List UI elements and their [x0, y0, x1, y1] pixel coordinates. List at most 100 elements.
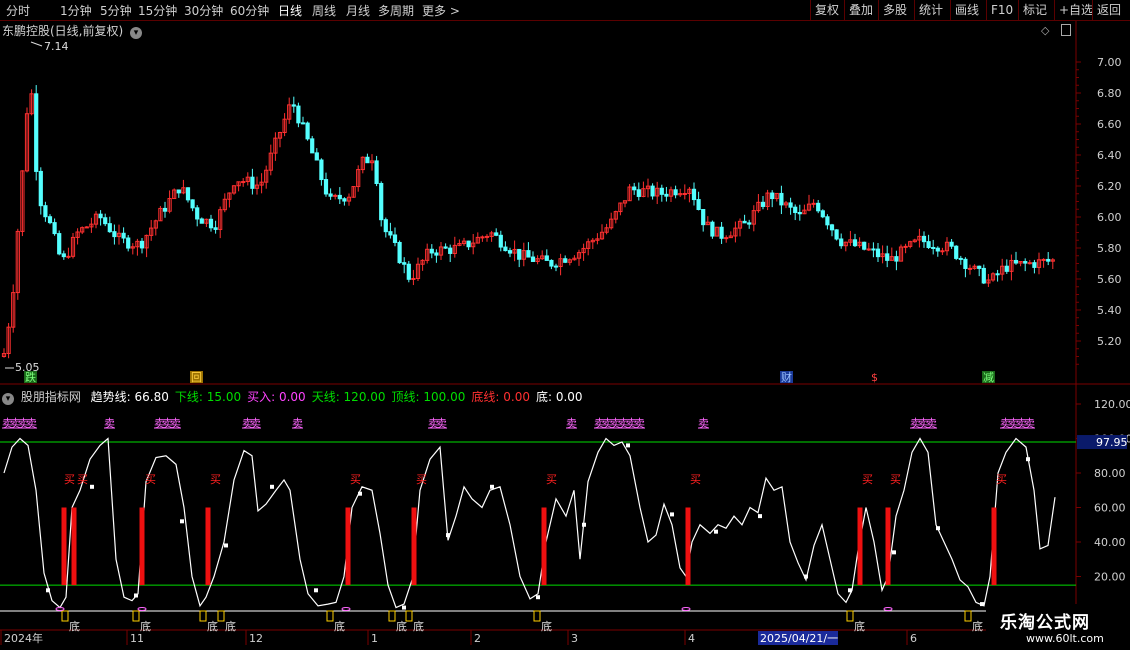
candle-body [346, 196, 352, 202]
statistics-button[interactable]: 统计 [914, 0, 947, 20]
low-price-label: 5.05 [15, 361, 40, 374]
period-tab-5min[interactable]: 5分钟 [100, 2, 132, 19]
price-tick-label: 6.00 [1097, 211, 1122, 224]
candle-body [576, 252, 582, 259]
stock-title[interactable]: 东鹏控股(日线,前复权) [2, 24, 123, 38]
candle-body [107, 223, 112, 233]
candle-body [411, 277, 416, 280]
trend-point-marker [536, 595, 540, 600]
candle-body [392, 234, 398, 243]
buy-signal-dot [883, 607, 893, 611]
scroll-handle[interactable] [1061, 24, 1071, 36]
candle-body [664, 193, 669, 197]
bottom-label: 底 [413, 619, 424, 633]
period-tab-30min[interactable]: 30分钟 [184, 2, 223, 19]
buy-signal-dot [137, 607, 147, 611]
restore-rights-button[interactable]: 复权 [810, 0, 843, 20]
f10-button[interactable]: F10 [986, 0, 1017, 20]
sell-label: 卖 [10, 417, 21, 430]
candle-body [544, 255, 549, 261]
candle-body [98, 213, 103, 219]
indicator-tick-label: 120.00 [1094, 398, 1130, 411]
period-tab-realtime[interactable]: 分时 [6, 2, 30, 19]
candle-body [231, 185, 237, 194]
diamond-icon[interactable]: ◇ [1041, 24, 1049, 37]
candle-body [802, 209, 807, 215]
candle-body [627, 186, 632, 202]
candle-body [126, 237, 131, 249]
multi-stock-button[interactable]: 多股 [878, 0, 911, 20]
period-tab-multi[interactable]: 多周期 [378, 2, 414, 19]
candle-body [862, 241, 867, 250]
mark-button[interactable]: 标记 [1018, 0, 1051, 20]
candle-body [333, 194, 338, 197]
time-label: 12 [249, 632, 263, 645]
buy-signal-bar [541, 507, 547, 586]
candle-body [494, 232, 499, 236]
bottom-label: 底 [396, 619, 407, 633]
candle-body [296, 105, 301, 124]
candle-body [857, 241, 862, 247]
candle-body [825, 216, 830, 226]
period-tab-weekly[interactable]: 周线 [312, 2, 336, 19]
bottom-marker-box [199, 610, 207, 622]
candle-body [816, 202, 821, 212]
draw-line-button[interactable]: 画线 [950, 0, 983, 20]
period-tab-more[interactable]: 更多 > [422, 2, 460, 19]
candle-body [480, 236, 485, 239]
candle-body [503, 246, 508, 252]
overlay-button[interactable]: 叠加 [844, 0, 877, 20]
candle-body [162, 207, 168, 212]
back-button[interactable]: 返回 [1092, 0, 1125, 20]
main-chart-header: 东鹏控股(日线,前复权) ▾ [2, 22, 143, 39]
candle-body [779, 192, 784, 206]
candle-body [351, 186, 356, 198]
high-marker-line [30, 41, 43, 47]
trend-point-marker [358, 491, 362, 496]
trend-point-marker [670, 512, 674, 517]
candle-body [908, 241, 913, 247]
candle-body [765, 192, 770, 207]
period-tab-1min[interactable]: 1分钟 [60, 2, 92, 19]
trend-point-marker [582, 522, 586, 527]
candle-body [526, 250, 531, 258]
indicator-name[interactable]: 股朋指标网 [21, 390, 81, 404]
add-watchlist-button[interactable]: +自选 [1054, 0, 1097, 20]
time-label: 1 [371, 632, 378, 645]
bottom-label: 底 [334, 619, 345, 633]
sell-label: 卖 [1000, 417, 1011, 430]
candle-body [701, 209, 706, 226]
candle-body [277, 131, 283, 139]
candle-body [1018, 261, 1023, 264]
buy-signal-dot [55, 607, 65, 611]
indicator-header: ▾ 股朋指标网 趋势线: 66.80 下线: 15.00 买入: 0.00 天线: 1… [2, 388, 583, 405]
candle-body [535, 258, 540, 262]
buy-label: 买 [996, 473, 1007, 486]
buy-signal-bar [205, 507, 211, 586]
candle-body [567, 259, 572, 263]
candle-body [29, 93, 34, 115]
candle-body [894, 256, 899, 262]
candle-body [687, 188, 692, 194]
price-tick-label: 5.80 [1097, 242, 1122, 255]
event-marker-label: 减 [983, 371, 994, 384]
candle-body [540, 255, 545, 260]
indicator-value-0: 趋势线: 66.80 [90, 390, 169, 404]
period-tab-60min[interactable]: 60分钟 [230, 2, 269, 19]
period-tab-daily[interactable]: 日线 [278, 2, 302, 19]
sell-label: 卖 [926, 417, 937, 430]
period-tab-monthly[interactable]: 月线 [346, 2, 370, 19]
candle-body [66, 255, 71, 258]
candle-body [457, 243, 462, 246]
candle-body [885, 253, 890, 261]
chevron-down-icon[interactable]: ▾ [130, 27, 143, 39]
candle-body [590, 239, 595, 243]
buy-label: 买 [350, 473, 361, 486]
chevron-down-icon[interactable]: ▾ [2, 393, 14, 405]
candle-body [195, 207, 200, 220]
period-tab-15min[interactable]: 15分钟 [138, 2, 177, 19]
candle-body [986, 279, 991, 284]
sell-label: 卖 [2, 417, 13, 430]
candle-body [793, 206, 798, 214]
event-marker-label: 跌 [25, 370, 36, 384]
